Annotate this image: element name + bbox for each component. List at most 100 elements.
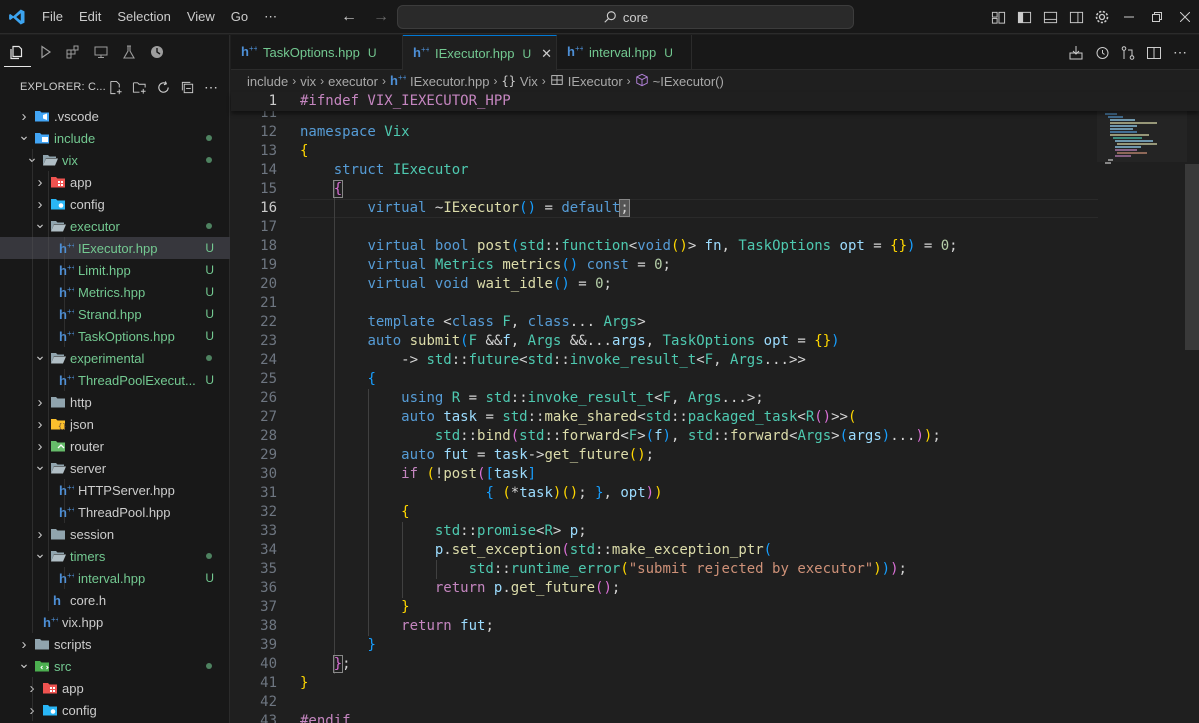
svg-text:h: h [59, 505, 67, 519]
restore-window-icon[interactable] [1143, 0, 1171, 34]
minimize-window-icon[interactable] [1115, 0, 1143, 34]
menu-more[interactable]: ⋯ [256, 0, 285, 34]
refresh-icon[interactable] [154, 78, 172, 96]
more-actions-icon[interactable]: ⋯ [202, 78, 220, 96]
tree-file[interactable]: h++ThreadPoolExecut...U [0, 369, 230, 391]
chevron-down-icon[interactable]: ⌄ [16, 124, 32, 146]
tree-indent-guide [64, 325, 65, 347]
tree-item-label: executor [70, 218, 120, 234]
more-actions-icon[interactable]: ⋯ [1171, 44, 1189, 62]
chevron-right-icon[interactable]: › [32, 391, 48, 413]
remote-explorer-icon[interactable] [87, 37, 114, 67]
tree-folder[interactable]: ⌄ executor [0, 215, 230, 237]
tree-folder[interactable]: ⌄ timers [0, 545, 230, 567]
search-text: core [622, 9, 649, 25]
breadcrumb-item[interactable]: IExecutor [568, 74, 623, 89]
tree-file[interactable]: h++Metrics.hppU [0, 281, 230, 303]
menu-go[interactable]: Go [223, 0, 256, 34]
breadcrumb-item[interactable]: ~IExecutor() [653, 74, 724, 89]
tree-indent-guide [48, 171, 49, 193]
split-editor-icon[interactable] [1145, 44, 1163, 62]
menu-file[interactable]: File [34, 0, 71, 34]
history-icon[interactable] [1093, 44, 1111, 62]
chevron-down-icon[interactable]: ⌄ [16, 652, 32, 674]
hpp-file-icon: h++ [413, 45, 431, 62]
tree-folder[interactable]: ⌄ server [0, 457, 230, 479]
compare-changes-icon[interactable] [1067, 44, 1085, 62]
tree-folder[interactable]: › {} json [0, 413, 230, 435]
tree-indent-guide [32, 699, 33, 721]
chevron-right-icon[interactable]: › [32, 413, 48, 435]
tree-indent-guide [64, 479, 65, 501]
menu-edit[interactable]: Edit [71, 0, 109, 34]
timeline-icon[interactable] [143, 37, 170, 67]
tree-folder[interactable]: › scripts [0, 633, 230, 655]
folder-icon [48, 391, 68, 413]
svg-text:h: h [59, 329, 67, 343]
close-window-icon[interactable] [1171, 0, 1199, 34]
tree-item-label: json [70, 416, 94, 432]
settings-gear-icon[interactable] [1089, 0, 1115, 34]
vertical-scrollbar[interactable] [1185, 164, 1199, 350]
tree-folder[interactable]: › http [0, 391, 230, 413]
tab-interval[interactable]: h ++ interval.hpp U [557, 35, 692, 70]
new-file-icon[interactable] [106, 78, 124, 96]
extensions-icon[interactable] [60, 37, 87, 67]
run-debug-icon[interactable] [32, 37, 59, 67]
chevron-right-icon[interactable]: › [32, 171, 48, 193]
hpp-file-icon: h++ [40, 611, 60, 633]
tree-file[interactable]: h++vix.hpp [0, 611, 230, 633]
hpp-file-icon: h++ [567, 44, 585, 61]
breadcrumb-item[interactable]: include [247, 74, 288, 89]
git-status-badge: U [205, 285, 214, 299]
chevron-down-icon[interactable]: ⌄ [32, 212, 48, 234]
menu-view[interactable]: View [179, 0, 223, 34]
breadcrumb-item[interactable]: Vix [520, 74, 538, 89]
menu-selection[interactable]: Selection [109, 0, 178, 34]
tree-folder[interactable]: › app [0, 677, 230, 699]
toggle-secondary-sidebar-icon[interactable] [1063, 0, 1089, 34]
sticky-scroll[interactable]: 1 #ifndef VIX_IEXECUTOR_HPP [231, 92, 1199, 111]
git-status-dot [206, 355, 212, 361]
tree-folder[interactable]: › config [0, 699, 230, 721]
chevron-down-icon[interactable]: ⌄ [32, 454, 48, 476]
open-changes-icon[interactable] [1119, 44, 1137, 62]
tree-folder[interactable]: ⌄ experimental [0, 347, 230, 369]
explorer-files-icon[interactable] [4, 37, 31, 67]
tree-item-label: app [70, 174, 92, 190]
breadcrumb-item[interactable]: vix [300, 74, 316, 89]
tree-item-label: app [62, 680, 84, 696]
tree-folder[interactable]: ⌄ vix [0, 149, 230, 171]
tab-taskoptions[interactable]: h ++ TaskOptions.hpp U [231, 35, 403, 70]
tab-iexecutor[interactable]: h ++ IExecutor.hpp U ✕ [403, 35, 557, 71]
chevron-down-icon[interactable]: ⌄ [32, 344, 48, 366]
close-tab-icon[interactable]: ✕ [541, 46, 552, 62]
breadcrumb-item[interactable]: executor [328, 74, 378, 89]
tree-file[interactable]: h core.h [0, 589, 230, 611]
code-editor[interactable]: 1 #ifndef VIX_IEXECUTOR_HPP 11 12 13 14 15 16… [231, 92, 1199, 723]
tree-folder[interactable]: › .vscode [0, 105, 230, 127]
tree-file[interactable]: h++Limit.hppU [0, 259, 230, 281]
toggle-panel-icon[interactable] [1037, 0, 1063, 34]
chevron-down-icon[interactable]: ⌄ [32, 542, 48, 564]
toggle-primary-sidebar-icon[interactable] [1011, 0, 1037, 34]
forward-arrow-icon[interactable]: → [370, 6, 392, 28]
svg-text:++: ++ [575, 44, 583, 53]
line-number: 27 [260, 409, 277, 425]
hpp-file-icon: h++ [56, 303, 76, 325]
command-center-search[interactable]: core [397, 5, 854, 29]
tree-file[interactable]: h++IExecutor.hppU [0, 237, 230, 259]
testing-flask-icon[interactable] [115, 37, 142, 67]
back-arrow-icon[interactable]: ← [338, 6, 360, 28]
collapse-all-icon[interactable] [178, 78, 196, 96]
tree-file[interactable]: h++interval.hppU [0, 567, 230, 589]
customize-layout-icon[interactable] [985, 0, 1011, 34]
tree-file[interactable]: h++HTTPServer.hpp [0, 479, 230, 501]
breadcrumb-item[interactable]: IExecutor.hpp [410, 74, 490, 89]
tree-file[interactable]: h++ThreadPool.hpp [0, 501, 230, 523]
tree-folder[interactable]: › app [0, 171, 230, 193]
new-folder-icon[interactable] [130, 78, 148, 96]
tree-folder[interactable]: ⌄ src [0, 655, 230, 677]
tree-file[interactable]: h++Strand.hppU [0, 303, 230, 325]
app-folder-icon [48, 171, 68, 193]
